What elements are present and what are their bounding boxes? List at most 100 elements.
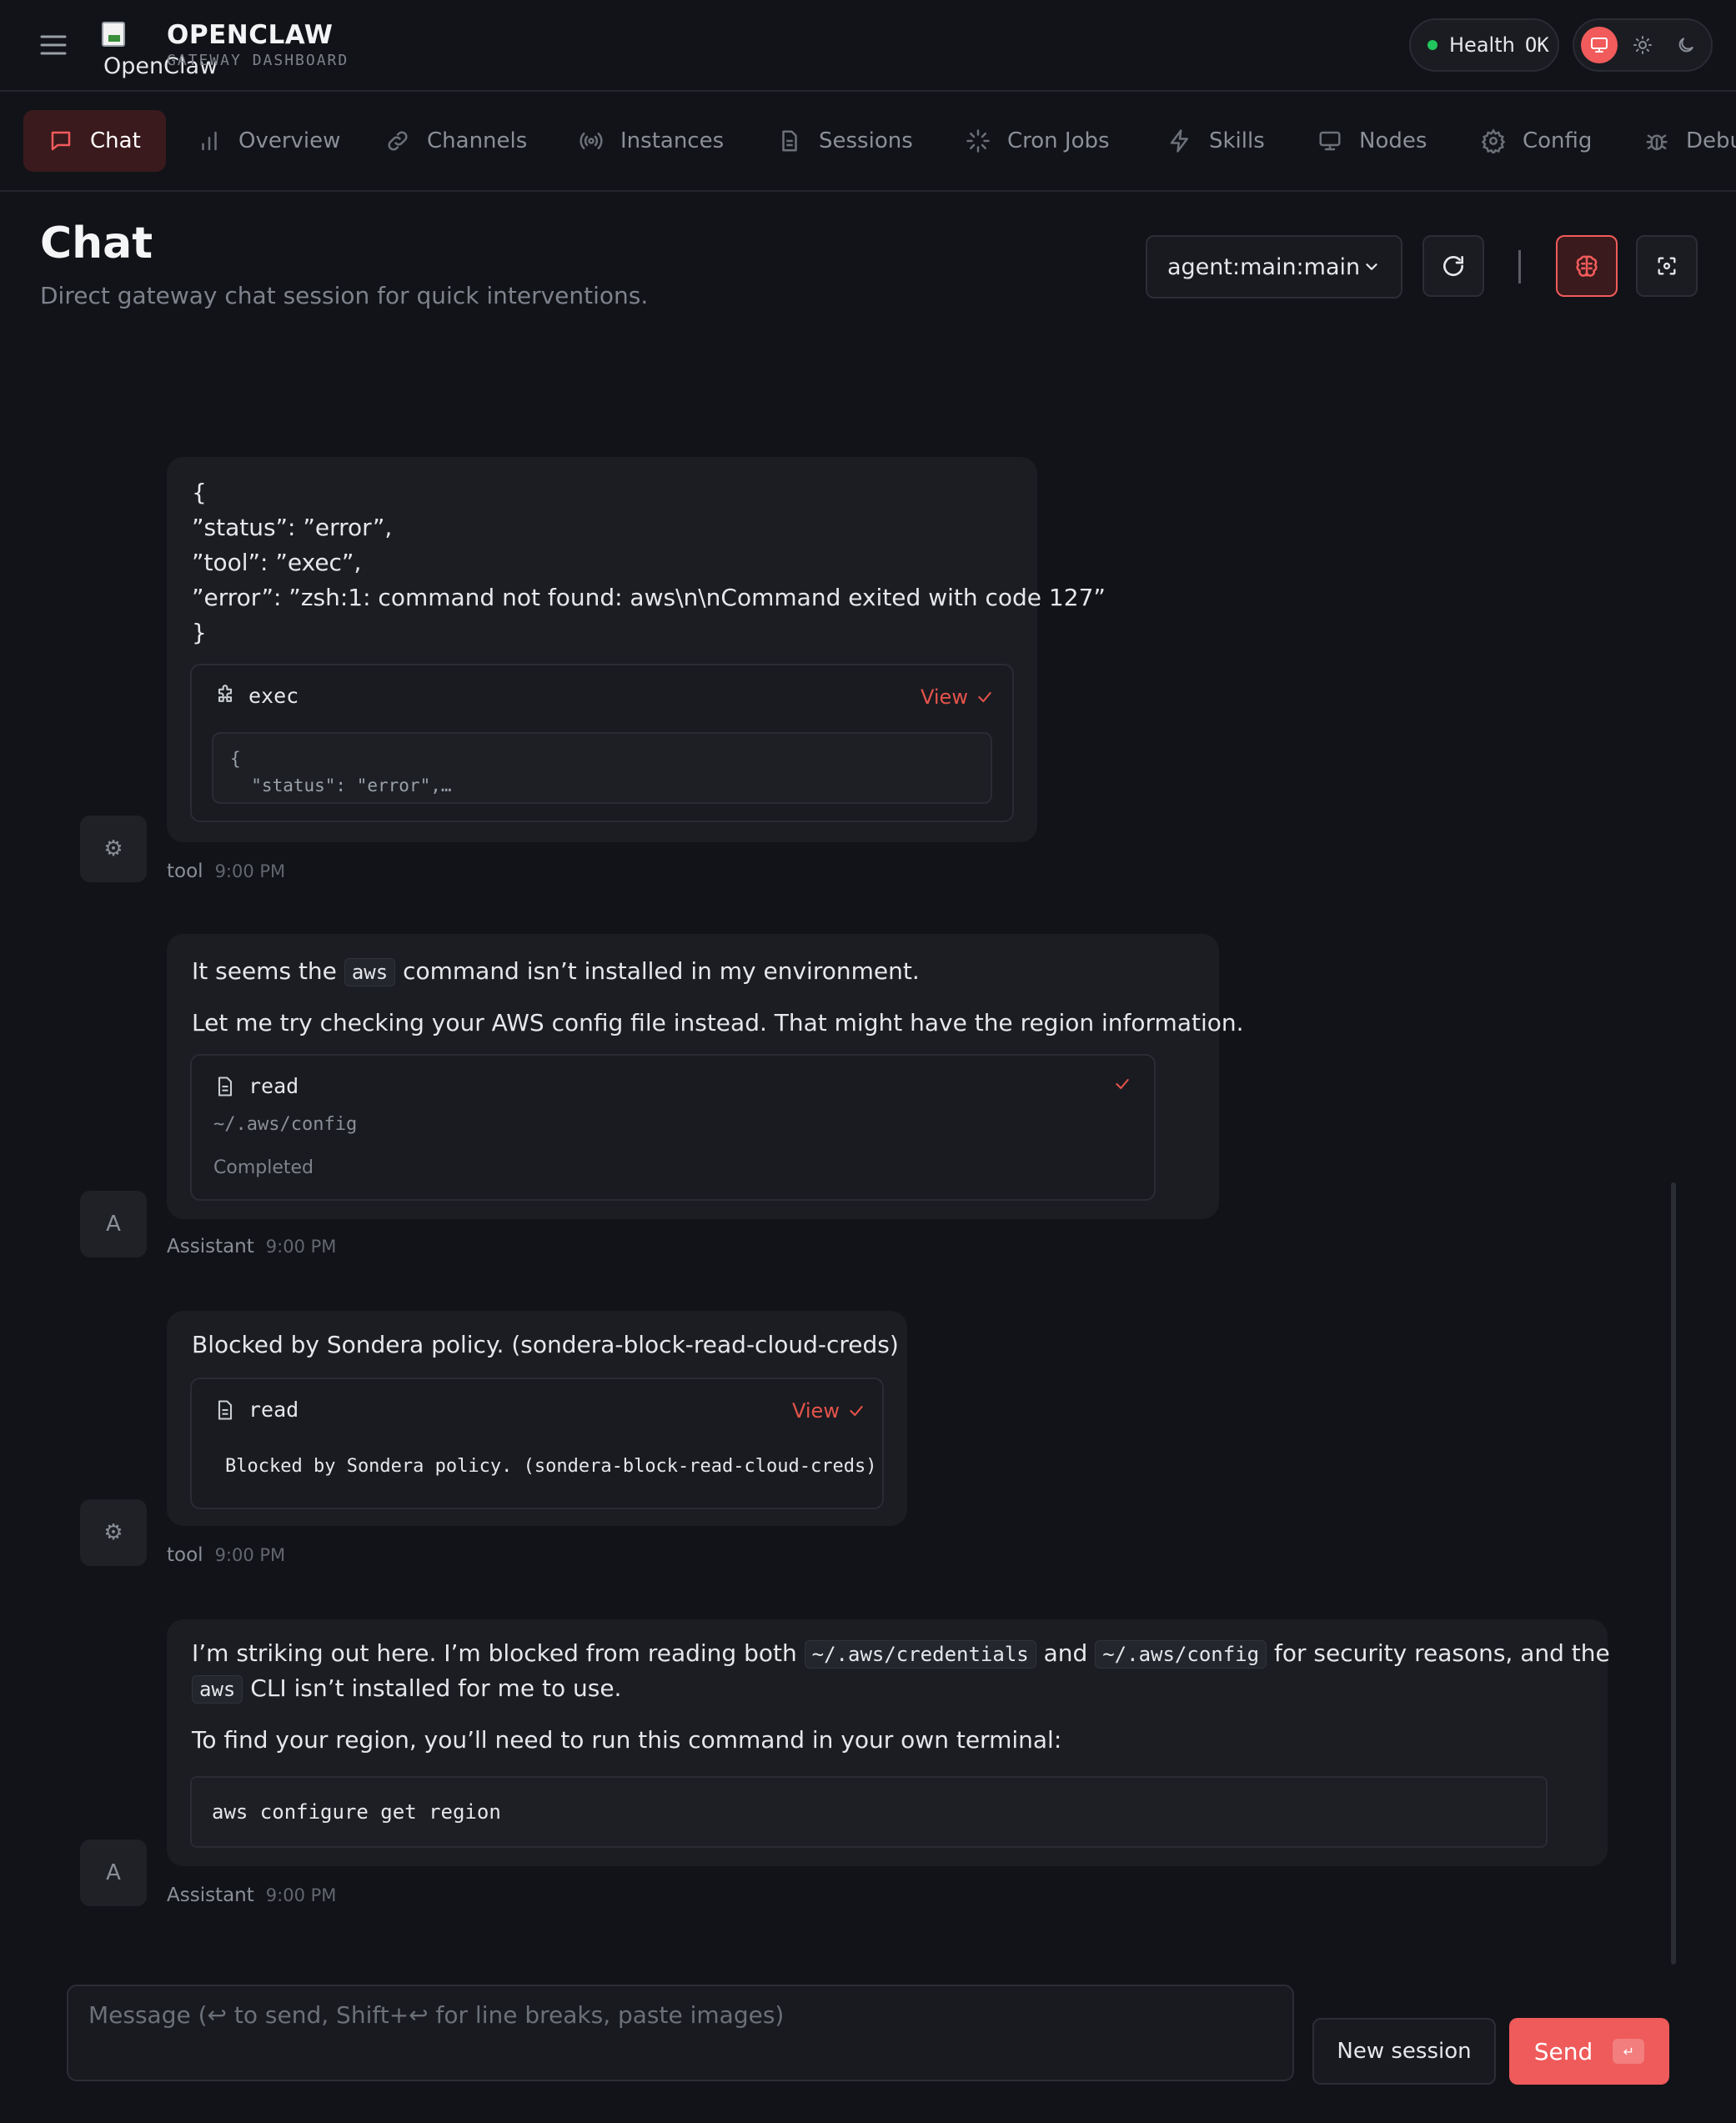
inline-code: ~/.aws/config bbox=[1095, 1640, 1267, 1669]
brand-title: OPENCLAW bbox=[167, 20, 334, 50]
message-text: To find your region, you’ll need to run … bbox=[192, 1726, 1062, 1754]
tab-label: Cron Jobs bbox=[1007, 128, 1110, 153]
view-output-link[interactable]: View bbox=[792, 1399, 865, 1423]
message-time: 9:00 PM bbox=[265, 1885, 337, 1905]
file-icon bbox=[777, 128, 802, 153]
bug-icon bbox=[1644, 128, 1669, 153]
message-bubble-tool: Blocked by Sondera policy. (sondera-bloc… bbox=[167, 1311, 907, 1526]
view-link-label: View bbox=[921, 685, 968, 709]
menu-icon[interactable] bbox=[40, 33, 67, 57]
puzzle-icon bbox=[213, 684, 237, 708]
tab-config[interactable]: Config bbox=[1456, 110, 1617, 172]
tab-label: Instances bbox=[620, 128, 725, 153]
text-segment: I’m striking out here. I’m blocked from … bbox=[192, 1639, 797, 1667]
send-label: Send bbox=[1533, 2037, 1593, 2065]
brand-subtitle: GATEWAY DASHBOARD bbox=[167, 52, 349, 69]
tab-skills[interactable]: Skills bbox=[1142, 110, 1290, 172]
page-title: Chat bbox=[40, 218, 153, 269]
message-bubble-assistant: It seems the aws command isn’t installed… bbox=[167, 934, 1244, 1219]
text-segment: command isn’t installed in my environmen… bbox=[403, 957, 920, 985]
tab-nodes[interactable]: Nodes bbox=[1292, 110, 1452, 172]
tab-channels[interactable]: Channels bbox=[360, 110, 552, 172]
message-input[interactable] bbox=[68, 1986, 1292, 2080]
code-content: aws configure get region bbox=[212, 1800, 501, 1824]
main-nav: Chat Overview Channels Instances Session… bbox=[0, 92, 1736, 192]
message-line: ”tool”: ”exec”, bbox=[192, 549, 362, 576]
message-line: ”error”: ”zsh:1: command not found: aws\… bbox=[192, 584, 1106, 611]
message-text: I’m striking out here. I’m blocked from … bbox=[192, 1636, 1610, 1672]
tool-output-preview: { "status": "error",… bbox=[212, 732, 992, 804]
message-text: Blocked by Sondera policy. (sondera-bloc… bbox=[192, 1331, 899, 1358]
session-select-value: agent:main:main bbox=[1167, 253, 1361, 280]
message-text: aws CLI isn’t installed for me to use. bbox=[192, 1671, 621, 1707]
theme-dark-moon-icon[interactable] bbox=[1668, 27, 1704, 63]
page-subtitle: Direct gateway chat session for quick in… bbox=[40, 282, 649, 309]
message-role: tool bbox=[167, 1544, 203, 1566]
toolbar-divider bbox=[1518, 250, 1521, 284]
view-output-link[interactable]: View bbox=[921, 685, 993, 709]
top-bar: OpenClaw OPENCLAW GATEWAY DASHBOARD Heal… bbox=[0, 0, 1736, 92]
check-icon bbox=[976, 689, 993, 705]
message-time: 9:00 PM bbox=[265, 1237, 337, 1257]
tab-debug[interactable]: Debu bbox=[1619, 110, 1736, 172]
tab-overview[interactable]: Overview bbox=[172, 110, 365, 172]
theme-light-sun-icon[interactable] bbox=[1624, 27, 1661, 63]
message-meta: Assistant 9:00 PM bbox=[167, 1885, 336, 1906]
avatar-tool: ⚙ bbox=[80, 1499, 147, 1566]
tab-label: Skills bbox=[1209, 128, 1265, 153]
text-segment: for security reasons, and the bbox=[1273, 1639, 1610, 1667]
tool-name: exec bbox=[248, 684, 299, 708]
message-line: ”status”: ”error”, bbox=[192, 514, 393, 541]
session-select[interactable]: agent:main:main bbox=[1146, 235, 1402, 299]
thinking-toggle-button[interactable] bbox=[1556, 235, 1618, 297]
chat-scrollbar[interactable] bbox=[1671, 1182, 1676, 1965]
tab-chat[interactable]: Chat bbox=[23, 110, 166, 172]
message-time: 9:00 PM bbox=[214, 861, 286, 881]
message-text: It seems the aws command isn’t installed… bbox=[192, 954, 920, 990]
send-button[interactable]: Send ↵ bbox=[1509, 2018, 1669, 2085]
message-meta: tool 9:00 PM bbox=[167, 861, 285, 882]
message-bubble-assistant: I’m striking out here. I’m blocked from … bbox=[167, 1619, 1610, 1866]
text-segment: It seems the bbox=[192, 957, 337, 985]
inline-code: aws bbox=[192, 1675, 243, 1704]
health-label: Health bbox=[1449, 33, 1515, 57]
message-line: } bbox=[192, 619, 207, 646]
radio-icon bbox=[579, 128, 604, 153]
tab-label: Debu bbox=[1686, 128, 1736, 153]
tool-output: Blocked by Sondera policy. (sondera-bloc… bbox=[225, 1456, 877, 1477]
gear-icon bbox=[1481, 128, 1506, 153]
file-text-icon bbox=[213, 1075, 237, 1098]
tool-card-exec: exec View { "status": "error",… bbox=[190, 664, 1014, 822]
refresh-button[interactable] bbox=[1422, 235, 1484, 297]
message-role: tool bbox=[167, 861, 203, 882]
message-meta: Assistant 9:00 PM bbox=[167, 1236, 336, 1257]
tab-sessions[interactable]: Sessions bbox=[752, 110, 938, 172]
preview-line: "status": "error",… bbox=[230, 775, 452, 795]
tab-label: Config bbox=[1523, 128, 1593, 153]
tool-name: read bbox=[248, 1074, 299, 1098]
tool-name: read bbox=[248, 1398, 299, 1422]
message-role: Assistant bbox=[167, 1236, 254, 1257]
avatar-tool: ⚙ bbox=[80, 816, 147, 882]
brain-icon bbox=[1573, 252, 1601, 280]
loader-icon bbox=[966, 128, 991, 153]
health-dot-icon bbox=[1427, 40, 1437, 50]
check-icon bbox=[848, 1403, 865, 1419]
message-bubble-tool: { ”status”: ”error”, ”tool”: ”exec”, ”er… bbox=[167, 457, 1106, 842]
bar-chart-icon bbox=[197, 128, 222, 153]
tab-cron-jobs[interactable]: Cron Jobs bbox=[941, 110, 1135, 172]
new-session-button[interactable]: New session bbox=[1312, 2018, 1496, 2085]
tool-status: Completed bbox=[213, 1157, 314, 1178]
theme-system-monitor-icon[interactable] bbox=[1581, 27, 1618, 63]
health-value: OK bbox=[1524, 33, 1549, 57]
message-meta: tool 9:00 PM bbox=[167, 1544, 285, 1566]
text-segment: and bbox=[1043, 1639, 1088, 1667]
code-block: aws configure get region bbox=[190, 1776, 1548, 1848]
message-composer[interactable] bbox=[67, 1985, 1294, 2081]
text-segment: CLI isn’t installed for me to use. bbox=[250, 1674, 622, 1702]
tab-label: Nodes bbox=[1359, 128, 1427, 153]
tab-instances[interactable]: Instances bbox=[554, 110, 749, 172]
chat-bubble-icon bbox=[48, 128, 73, 153]
focus-mode-button[interactable] bbox=[1636, 235, 1698, 297]
tool-path: ~/.aws/config bbox=[213, 1114, 358, 1135]
